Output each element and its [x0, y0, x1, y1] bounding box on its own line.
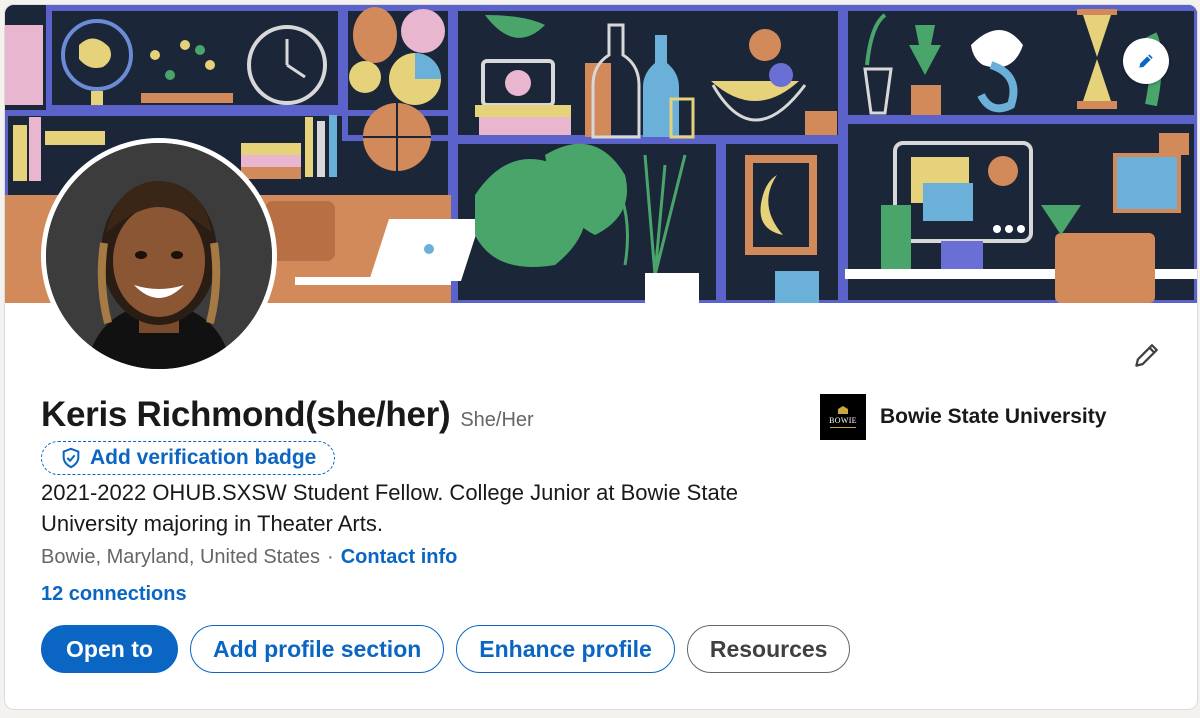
cover-edit-button[interactable]: [1123, 38, 1169, 84]
contact-info-link[interactable]: Contact info: [341, 546, 458, 569]
profile-portrait: [46, 143, 272, 369]
location-row: Bowie, Maryland, United States · Contact…: [41, 546, 457, 569]
location: Bowie, Maryland, United States: [41, 546, 321, 568]
open-to-button[interactable]: Open to: [41, 625, 178, 673]
crest-icon: [838, 406, 848, 414]
resources-button[interactable]: Resources: [686, 625, 851, 673]
add-profile-section-button[interactable]: Add profile section: [190, 625, 445, 673]
school-logo: BOWIE: [820, 394, 866, 440]
add-verification-badge-button[interactable]: Add verification badge: [41, 441, 336, 475]
avatar: [46, 143, 272, 369]
name-row: Keris Richmond(she/her) She/Her: [41, 395, 534, 435]
shield-check-icon: [62, 447, 80, 469]
verification-label: Add verification badge: [90, 446, 317, 469]
name-pronouns: (she/her): [305, 395, 451, 434]
profile-photo[interactable]: [41, 138, 277, 374]
profile-actions: Open to Add profile section Enhance prof…: [41, 625, 851, 673]
profile-edit-button[interactable]: [1127, 335, 1167, 375]
profile-headline: 2021-2022 OHUB.SXSW Student Fellow. Coll…: [41, 480, 739, 536]
school-logo-text: BOWIE: [829, 416, 857, 425]
pronouns: She/Her: [460, 409, 534, 431]
school-name: Bowie State University: [880, 405, 1107, 428]
education-school[interactable]: BOWIE Bowie State University: [820, 394, 1106, 440]
profile-card: Keris Richmond(she/her) She/Her Add veri…: [4, 4, 1198, 710]
pencil-icon: [1139, 54, 1153, 68]
enhance-profile-button[interactable]: Enhance profile: [456, 625, 675, 673]
logo-rule: [830, 427, 856, 428]
connections-link[interactable]: 12 connections: [41, 583, 187, 606]
pencil-icon: [1135, 344, 1158, 367]
separator: ·: [327, 546, 334, 568]
profile-name: Keris Richmond(she/her): [41, 395, 451, 434]
